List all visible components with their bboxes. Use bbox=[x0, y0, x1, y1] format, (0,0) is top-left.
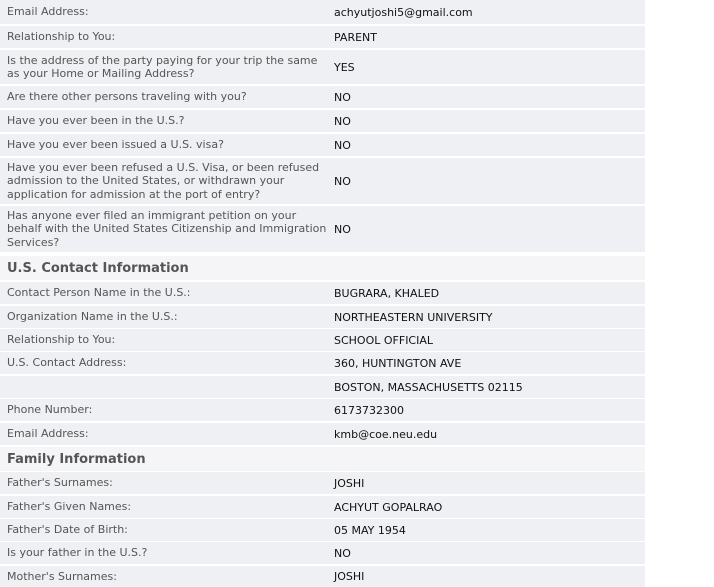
row-organization: Organization Name in the U.S.: NORTHEAST… bbox=[0, 306, 645, 328]
row-contact-email: Email Address: kmb@coe.neu.edu bbox=[0, 423, 645, 445]
row-father-in-us: Is your father in the U.S.? NO bbox=[0, 542, 645, 564]
field-value: NO bbox=[334, 222, 351, 236]
field-value: YES bbox=[334, 60, 355, 74]
field-value: NO bbox=[334, 90, 351, 104]
field-value: JOSHI bbox=[334, 476, 365, 490]
field-value: NO bbox=[334, 546, 351, 560]
field-label: Email Address: bbox=[7, 427, 89, 441]
field-value: achyutjoshi5@gmail.com bbox=[334, 5, 473, 19]
field-value: 6173732300 bbox=[334, 403, 404, 417]
row-refused-visa: Have you ever been refused a U.S. Visa, … bbox=[0, 158, 645, 204]
field-value: 360, HUNTINGTON AVE bbox=[334, 356, 462, 370]
field-value: JOSHI bbox=[334, 570, 365, 583]
field-label: Is the address of the party paying for y… bbox=[7, 53, 318, 81]
field-label: Mother's Surnames: bbox=[7, 569, 117, 583]
field-value: SCHOOL OFFICIAL bbox=[334, 333, 434, 347]
field-label: Have you ever been in the U.S.? bbox=[7, 114, 185, 128]
field-value: 05 MAY 1954 bbox=[334, 523, 406, 537]
field-value: BUGRARA, KHALED bbox=[334, 286, 440, 300]
row-father-surnames: Father's Surnames: JOSHI bbox=[0, 472, 645, 494]
field-label: Email Address: bbox=[7, 5, 89, 19]
field-label: Are there other persons traveling with y… bbox=[7, 90, 247, 104]
field-value: NORTHEASTERN UNIVERSITY bbox=[334, 310, 493, 324]
field-label: Father's Surnames: bbox=[7, 476, 113, 490]
field-label: Have you ever been issued a U.S. visa? bbox=[7, 138, 224, 152]
row-mother-surnames: Mother's Surnames: JOSHI bbox=[0, 566, 645, 587]
field-value: NO bbox=[334, 114, 351, 128]
row-immigrant-petition: Has anyone ever filed an immigrant petit… bbox=[0, 206, 645, 252]
field-label: Relationship to You: bbox=[7, 30, 116, 44]
row-father-dob: Father's Date of Birth: 05 MAY 1954 bbox=[0, 519, 645, 541]
field-label: Has anyone ever filed an immigrant petit… bbox=[7, 208, 327, 249]
field-label: Is your father in the U.S.? bbox=[7, 546, 148, 560]
field-label: Father's Date of Birth: bbox=[7, 523, 128, 537]
field-value: ACHYUT GOPALRAO bbox=[334, 500, 443, 514]
row-payer-address-same: Is the address of the party paying for y… bbox=[0, 50, 645, 84]
row-phone: Phone Number: 6173732300 bbox=[0, 399, 645, 421]
row-been-in-us: Have you ever been in the U.S.? NO bbox=[0, 110, 645, 132]
field-label: Father's Given Names: bbox=[7, 500, 132, 514]
field-value: kmb@coe.neu.edu bbox=[334, 427, 438, 441]
field-value: PARENT bbox=[334, 30, 377, 44]
row-contact-person: Contact Person Name in the U.S.: BUGRARA… bbox=[0, 282, 645, 304]
row-relationship: Relationship to You: PARENT bbox=[0, 26, 645, 48]
row-contact-relationship: Relationship to You: SCHOOL OFFICIAL bbox=[0, 329, 645, 351]
field-label: Have you ever been refused a U.S. Visa, … bbox=[7, 160, 320, 201]
section-heading-family: Family Information bbox=[0, 447, 645, 471]
row-contact-address-line2: BOSTON, MASSACHUSETTS 02115 bbox=[0, 376, 645, 398]
field-value: NO bbox=[334, 138, 351, 152]
field-label: Organization Name in the U.S.: bbox=[7, 310, 178, 324]
row-issued-visa: Have you ever been issued a U.S. visa? N… bbox=[0, 134, 645, 156]
application-summary: Email Address: achyutjoshi5@gmail.com Re… bbox=[0, 0, 645, 587]
field-value: NO bbox=[334, 174, 351, 188]
field-label: Relationship to You: bbox=[7, 333, 116, 347]
field-value: BOSTON, MASSACHUSETTS 02115 bbox=[334, 380, 523, 394]
row-contact-address-line1: U.S. Contact Address: 360, HUNTINGTON AV… bbox=[0, 352, 645, 374]
row-other-travelers: Are there other persons traveling with y… bbox=[0, 86, 645, 108]
field-label: Contact Person Name in the U.S.: bbox=[7, 286, 191, 300]
field-label: U.S. Contact Address: bbox=[7, 356, 127, 370]
row-email: Email Address: achyutjoshi5@gmail.com bbox=[0, 0, 645, 24]
row-father-given-names: Father's Given Names: ACHYUT GOPALRAO bbox=[0, 496, 645, 518]
field-label: Phone Number: bbox=[7, 403, 93, 417]
section-heading-us-contact: U.S. Contact Information bbox=[0, 256, 645, 280]
